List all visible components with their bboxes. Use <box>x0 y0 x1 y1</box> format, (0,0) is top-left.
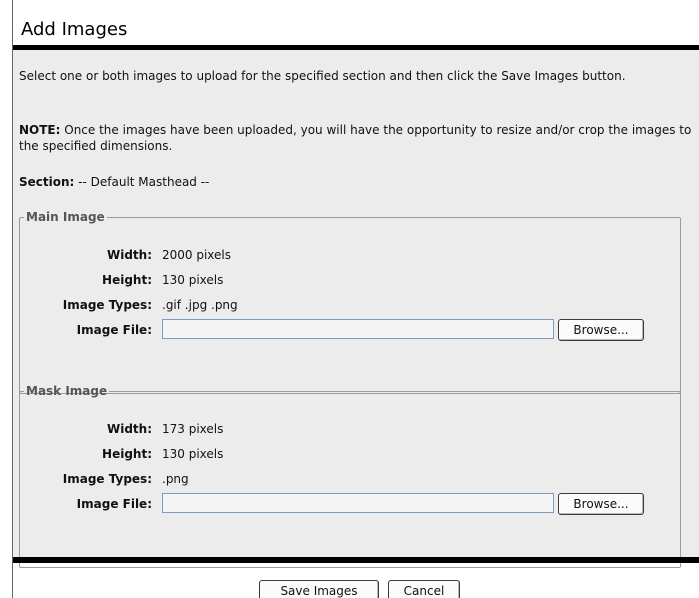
mask-image-legend: Mask Image <box>26 384 108 398</box>
note-body: Once the images have been uploaded, you … <box>19 123 692 153</box>
intro-text: Select one or both images to upload for … <box>19 69 626 83</box>
main-types-value: .gif .jpg .png <box>162 298 238 312</box>
mask-types-value: .png <box>162 472 189 486</box>
mask-height-label: Height: <box>102 447 152 461</box>
main-height-label: Height: <box>102 273 152 287</box>
footer-divider <box>13 557 699 563</box>
cancel-button[interactable]: Cancel <box>388 580 460 598</box>
main-types-row: Image Types: .gif .jpg .png <box>20 298 680 316</box>
main-height-value: 130 pixels <box>162 273 224 287</box>
main-height-row: Height: 130 pixels <box>20 273 680 291</box>
main-width-row: Width: 2000 pixels <box>20 248 680 266</box>
note-text: NOTE: Once the images have been uploaded… <box>19 122 695 154</box>
main-image-file-input[interactable] <box>162 319 554 339</box>
mask-file-label: Image File: <box>76 497 152 511</box>
mask-file-row: Image File: Browse... <box>20 493 680 515</box>
section-value: -- Default Masthead -- <box>74 175 210 189</box>
save-images-button[interactable]: Save Images <box>259 580 379 598</box>
mask-types-row: Image Types: .png <box>20 472 680 490</box>
main-file-row: Image File: Browse... <box>20 319 680 341</box>
main-image-fieldset: Main Image Width: 2000 pixels Height: 13… <box>19 210 681 394</box>
dialog-actions: Save Images Cancel <box>13 580 699 598</box>
mask-width-value: 173 pixels <box>162 422 224 436</box>
main-image-legend: Main Image <box>26 210 105 224</box>
main-types-label: Image Types: <box>62 298 152 312</box>
main-width-value: 2000 pixels <box>162 248 232 262</box>
add-images-dialog: Add Images Select one or both images to … <box>12 0 699 598</box>
mask-width-row: Width: 173 pixels <box>20 422 680 440</box>
mask-image-file-input[interactable] <box>162 493 554 513</box>
note-label: NOTE: <box>19 123 61 137</box>
mask-height-value: 130 pixels <box>162 447 224 461</box>
mask-height-row: Height: 130 pixels <box>20 447 680 465</box>
mask-width-label: Width: <box>106 422 152 436</box>
main-width-label: Width: <box>106 248 152 262</box>
main-browse-button[interactable]: Browse... <box>558 319 644 341</box>
main-file-label: Image File: <box>76 323 152 337</box>
dialog-title: Add Images <box>21 19 128 40</box>
section-info: Section: -- Default Masthead -- <box>19 175 209 189</box>
section-label: Section: <box>19 175 75 189</box>
form-panel: Select one or both images to upload for … <box>13 50 699 568</box>
mask-browse-button[interactable]: Browse... <box>558 493 644 515</box>
mask-image-fieldset: Mask Image Width: 173 pixels Height: 130… <box>19 384 681 568</box>
mask-types-label: Image Types: <box>62 472 152 486</box>
